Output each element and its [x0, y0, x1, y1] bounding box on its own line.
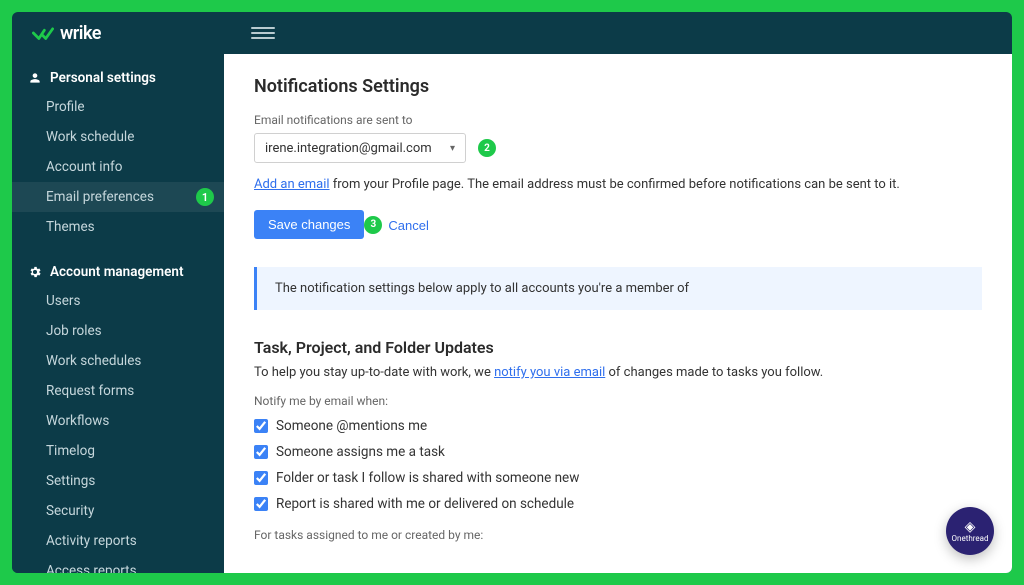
check-label: Someone assigns me a task: [276, 444, 445, 460]
tasks-assigned-label: For tasks assigned to me or created by m…: [254, 528, 982, 542]
check-shared[interactable]: Folder or task I follow is shared with s…: [254, 470, 982, 486]
check-label: Report is shared with me or delivered on…: [276, 496, 574, 512]
logo-check-icon: [32, 26, 54, 40]
sidebar-section-personal: Personal settings: [12, 62, 224, 92]
annotation-badge-1: 1: [196, 188, 214, 206]
sidebar-section-label: Personal settings: [50, 70, 156, 86]
gear-icon: [28, 265, 42, 279]
sidebar-section-label: Account management: [50, 264, 183, 280]
email-select[interactable]: irene.integration@gmail.com ▾: [254, 133, 466, 163]
check-label: Someone @mentions me: [276, 418, 427, 434]
save-button[interactable]: Save changes: [254, 210, 364, 239]
sidebar-item-themes[interactable]: Themes: [12, 212, 224, 242]
add-email-hint: Add an email from your Profile page. The…: [254, 177, 982, 192]
sidebar-item-security[interactable]: Security: [12, 496, 224, 526]
hint-text: from your Profile page. The email addres…: [330, 177, 900, 192]
check-mentions[interactable]: Someone @mentions me: [254, 418, 982, 434]
email-select-value: irene.integration@gmail.com: [265, 141, 432, 156]
cancel-button[interactable]: Cancel: [374, 218, 428, 233]
sidebar-item-job-roles[interactable]: Job roles: [12, 316, 224, 346]
sidebar-section-account: Account management: [12, 256, 224, 286]
sidebar-item-account-info[interactable]: Account info: [12, 152, 224, 182]
sidebar-item-profile[interactable]: Profile: [12, 92, 224, 122]
floating-logo-label: Onethread: [952, 534, 989, 543]
add-email-link[interactable]: Add an email: [254, 177, 330, 192]
check-mentions-box[interactable]: [254, 419, 268, 433]
menu-toggle-icon[interactable]: [251, 27, 275, 39]
check-report-box[interactable]: [254, 497, 268, 511]
check-assigns[interactable]: Someone assigns me a task: [254, 444, 982, 460]
sidebar: Personal settings Profile Work schedule …: [12, 54, 224, 573]
email-field-label: Email notifications are sent to: [254, 113, 982, 127]
check-shared-box[interactable]: [254, 471, 268, 485]
sidebar-item-work-schedule[interactable]: Work schedule: [12, 122, 224, 152]
topbar: wrike: [12, 12, 1012, 54]
onethread-floating-logo[interactable]: ◈ Onethread: [946, 507, 994, 555]
check-assigns-box[interactable]: [254, 445, 268, 459]
sidebar-item-activity-reports[interactable]: Activity reports: [12, 526, 224, 556]
notify-email-link[interactable]: notify you via email: [494, 365, 605, 380]
brand-logo: wrike: [32, 23, 101, 44]
sidebar-item-workflows[interactable]: Workflows: [12, 406, 224, 436]
sidebar-item-users[interactable]: Users: [12, 286, 224, 316]
sidebar-item-request-forms[interactable]: Request forms: [12, 376, 224, 406]
notify-when-label: Notify me by email when:: [254, 394, 982, 408]
check-report[interactable]: Report is shared with me or delivered on…: [254, 496, 982, 512]
section-title: Task, Project, and Folder Updates: [254, 338, 982, 357]
sidebar-item-email-preferences[interactable]: Email preferences 1: [12, 182, 224, 212]
sidebar-item-access-reports[interactable]: Access reports: [12, 556, 224, 573]
person-icon: [28, 71, 42, 85]
main-content: Notifications Settings Email notificatio…: [224, 54, 1012, 573]
annotation-badge-2: 2: [478, 139, 496, 157]
sidebar-item-timelog[interactable]: Timelog: [12, 436, 224, 466]
check-label: Folder or task I follow is shared with s…: [276, 470, 579, 486]
brand-name: wrike: [60, 23, 101, 44]
cube-icon: ◈: [952, 520, 989, 534]
section-description: To help you stay up-to-date with work, w…: [254, 365, 982, 380]
page-title: Notifications Settings: [254, 76, 982, 97]
sidebar-item-settings[interactable]: Settings: [12, 466, 224, 496]
info-banner: The notification settings below apply to…: [254, 267, 982, 310]
sidebar-item-work-schedules[interactable]: Work schedules: [12, 346, 224, 376]
annotation-badge-3: 3: [364, 216, 382, 234]
chevron-down-icon: ▾: [450, 143, 455, 154]
